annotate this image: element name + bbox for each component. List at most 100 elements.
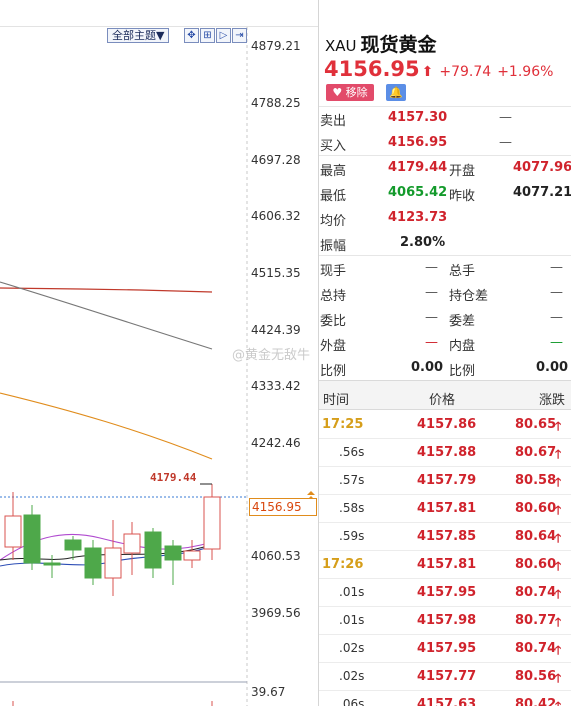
tick-row: .02s 4157.77 80.56 🡑: [319, 663, 571, 691]
up-arrow-icon: 🡑: [555, 699, 562, 706]
candle: [43, 562, 61, 566]
ma-line-gray: [0, 281, 213, 350]
tick-time: .58s: [339, 501, 365, 515]
tick-time: .56s: [339, 445, 365, 459]
ma-line-orange: [0, 392, 213, 460]
grid-tool-icon[interactable]: ⊞: [200, 28, 215, 43]
kline-chart[interactable]: 全部主题▼ ✥ ⊞ ▷ ⇥ 4879.21 4788.25 4697.28 46…: [0, 0, 318, 706]
price-change-pct: +1.96%: [497, 64, 554, 80]
tick-time: .06s: [339, 697, 365, 706]
candlesticks: [4, 483, 221, 596]
buy-label: 买入: [320, 139, 347, 154]
sell-value: 4157.30: [388, 110, 448, 125]
candle: [4, 515, 22, 548]
up-arrow-icon: 🡑: [555, 615, 562, 629]
tick-row: .01s 4157.98 80.77 🡑: [319, 607, 571, 635]
candle: [23, 514, 41, 564]
amplitude-label: 振幅: [320, 239, 347, 254]
play-tool-icon[interactable]: ▷: [216, 28, 231, 43]
stat-value: —: [425, 285, 438, 300]
tick-time: .01s: [339, 613, 365, 627]
high-open-row: 最高 4179.44 开盘 4077.96: [319, 156, 571, 181]
stat-label: 委差: [449, 314, 476, 329]
tick-price: 4157.86: [417, 417, 477, 432]
tick-change: 80.65: [515, 417, 557, 432]
high-price-label: 4179.44: [150, 471, 197, 484]
y-axis-label: 4879.21: [251, 39, 301, 53]
high-label: 最高: [320, 164, 347, 179]
sell-extra: —: [499, 110, 512, 125]
quote-panel: XAU 现货黄金 4156.95 ⬆ +79.74 +1.96% ♥ 移除 🔔 卖出 4…: [318, 0, 571, 706]
tick-change: 80.74: [515, 585, 557, 600]
avg-label: 均价: [320, 214, 347, 229]
tick-change: 80.60: [515, 557, 557, 572]
jump-end-icon[interactable]: ⇥: [232, 28, 247, 43]
stat-label: 委比: [320, 314, 347, 329]
tick-time: .57s: [339, 473, 365, 487]
buy-extra: —: [499, 135, 512, 150]
open-value: 4077.96: [513, 160, 571, 175]
topic-select[interactable]: 全部主题▼: [107, 28, 170, 43]
candle: [123, 533, 141, 554]
candle: [203, 496, 221, 550]
tick-row: .58s 4157.81 80.60 🡑: [319, 495, 571, 523]
up-arrow-icon: 🡑: [555, 447, 562, 461]
up-arrow-icon: 🡑: [555, 559, 562, 573]
tick-price: 4157.98: [417, 613, 477, 628]
up-arrow-icon: 🡑: [555, 419, 562, 433]
candle: [144, 531, 162, 569]
stats-row: 比例 0.00 比例 0.00: [319, 356, 571, 381]
low-label: 最低: [320, 189, 347, 204]
stats-row: 现手 — 总手 —: [319, 256, 571, 281]
bell-icon[interactable]: 🔔: [386, 84, 406, 101]
tick-change: 80.58: [515, 473, 557, 488]
stat-label: 总持: [320, 289, 347, 304]
y-axis-label: 4060.53: [251, 549, 301, 563]
y-axis-label: 4697.28: [251, 153, 301, 167]
stat-value: —: [550, 285, 563, 300]
y-axis-label: 4788.25: [251, 96, 301, 110]
move-tool-icon[interactable]: ✥: [184, 28, 199, 43]
tick-price: 4157.88: [417, 445, 477, 460]
price-change: +79.74: [439, 64, 492, 80]
tick-time: .02s: [339, 641, 365, 655]
volume-axis-label: 39.67: [251, 685, 286, 699]
stat-value: 0.00: [411, 360, 444, 375]
prev-close-label: 昨收: [449, 189, 476, 204]
y-axis-label: 4515.35: [251, 266, 301, 280]
tick-price: 4157.81: [417, 557, 477, 572]
col-time: 时间: [323, 393, 350, 408]
tick-change: 80.67: [515, 445, 557, 460]
stat-label: 比例: [320, 364, 347, 379]
avg-row: 均价 4123.73: [319, 206, 571, 231]
sell-label: 卖出: [320, 114, 347, 129]
tick-change: 80.60: [515, 501, 557, 516]
remove-favorite-button[interactable]: ♥ 移除: [326, 84, 374, 101]
tick-time: 17:25: [322, 417, 364, 432]
candle: [164, 545, 182, 561]
tick-change: 80.42: [515, 697, 557, 706]
up-arrow-icon: 🡑: [555, 643, 562, 657]
stat-value: —: [425, 310, 438, 325]
sell-row: 卖出 4157.30 —: [319, 106, 571, 131]
tick-price: 4157.85: [417, 529, 477, 544]
stat-value: —: [425, 260, 438, 275]
high-value: 4179.44: [388, 160, 448, 175]
buy-value: 4156.95: [388, 135, 448, 150]
tick-table-header: 时间 价格 涨跌: [319, 380, 571, 410]
stat-value: —: [550, 335, 563, 350]
tick-time: .02s: [339, 669, 365, 683]
price-row: 4156.95 ⬆ +79.74 +1.96%: [324, 57, 553, 81]
col-change: 涨跌: [539, 393, 566, 408]
tick-price: 4157.79: [417, 473, 477, 488]
up-arrow-icon: 🡑: [555, 671, 562, 685]
tick-row: .59s 4157.85 80.64 🡑: [319, 523, 571, 551]
candle: [84, 547, 102, 579]
tick-price: 4157.81: [417, 501, 477, 516]
stat-value: —: [550, 260, 563, 275]
low-value: 4065.42: [388, 185, 448, 200]
stat-label: 持仓差: [449, 289, 489, 304]
tick-price: 4157.95: [417, 641, 477, 656]
amplitude-value: 2.80%: [400, 235, 446, 250]
instrument-name: 现货黄金: [360, 34, 437, 56]
